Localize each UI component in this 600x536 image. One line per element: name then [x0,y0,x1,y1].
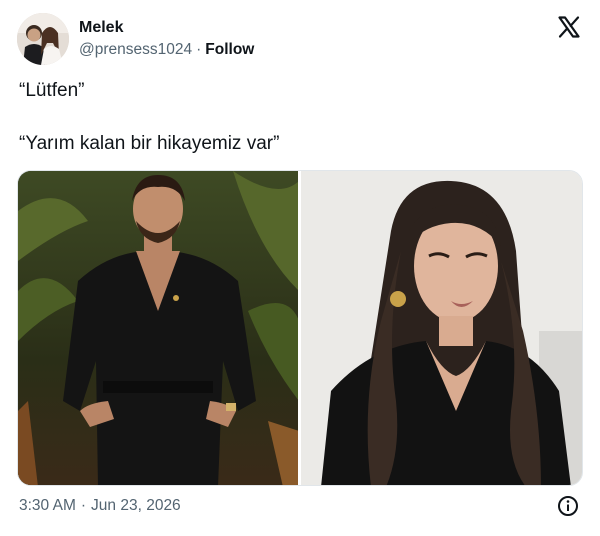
x-logo-icon[interactable] [557,15,581,39]
photo-man[interactable] [18,171,298,485]
handle-line: @prensess1024 · Follow [79,41,254,59]
author-name[interactable]: Melek [79,19,123,37]
tweet-footer: 3:30 AM · Jun 23, 2026 [19,497,181,515]
info-icon[interactable] [557,495,579,517]
avatar[interactable] [17,13,69,65]
photo-woman-image [301,171,582,485]
author-handle[interactable]: @prensess1024 [79,41,192,58]
photo-woman[interactable] [301,171,582,485]
separator-dot: · [196,41,202,58]
tweet-text-line-2: “Yarım kalan bir hikayemiz var” [19,133,280,154]
media-grid [17,170,583,486]
footer-separator-dot: · [80,497,87,514]
tweet-text-line-1: “Lütfen” [19,80,85,101]
photo-man-image [18,171,298,485]
tweet-header: Melek @prensess1024 · Follow [17,13,583,67]
follow-button[interactable]: Follow [205,41,254,58]
avatar-image [17,13,69,65]
tweet-date[interactable]: Jun 23, 2026 [91,497,181,514]
tweet-time[interactable]: 3:30 AM [19,497,76,514]
